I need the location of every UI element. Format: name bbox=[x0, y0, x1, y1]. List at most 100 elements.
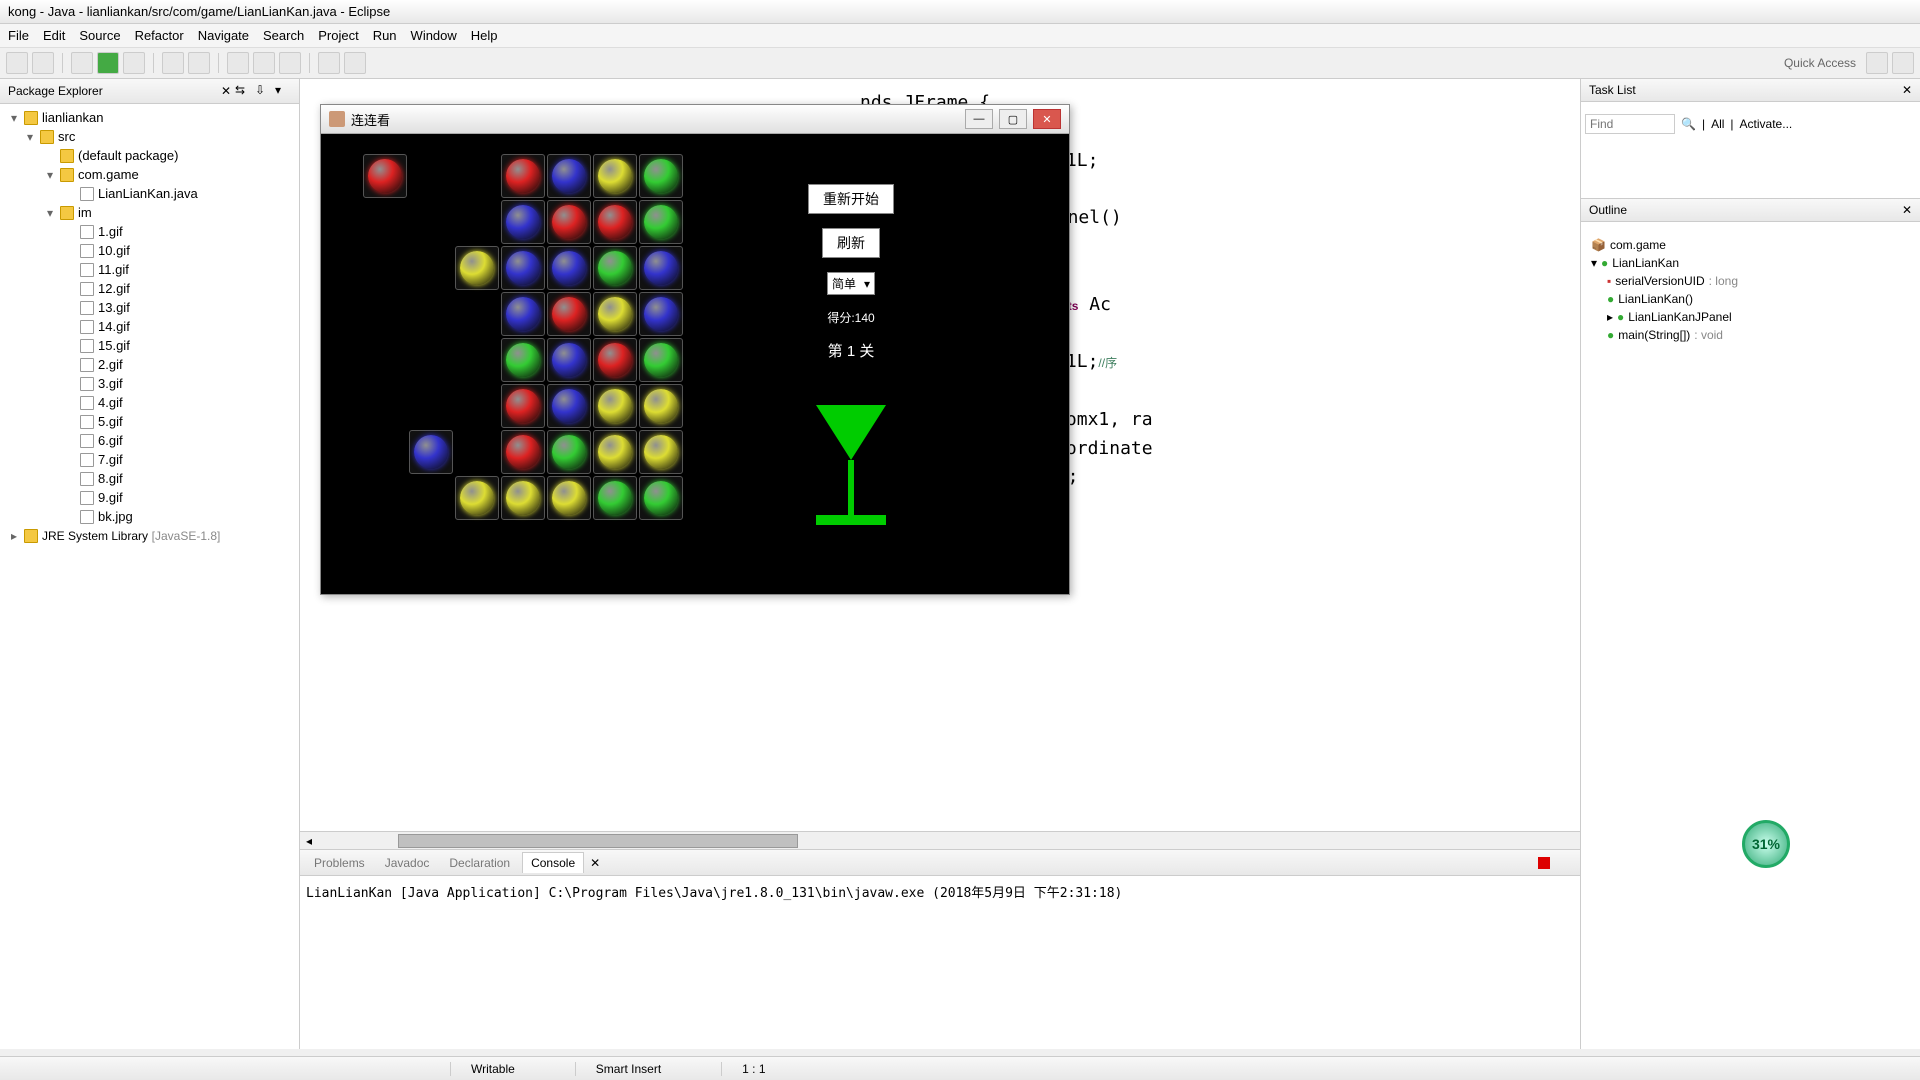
outline-inner-class[interactable]: ▸●LianLianKanJPanel bbox=[1587, 308, 1914, 326]
game-tile[interactable] bbox=[639, 384, 683, 428]
tree-image-file[interactable]: 7.gif bbox=[4, 450, 295, 469]
all-filter[interactable]: All bbox=[1711, 117, 1724, 131]
run-button[interactable] bbox=[97, 52, 119, 74]
game-tile[interactable] bbox=[363, 154, 407, 198]
restart-button[interactable]: 重新开始 bbox=[808, 184, 894, 214]
game-tile[interactable] bbox=[501, 200, 545, 244]
new-class-button[interactable] bbox=[188, 52, 210, 74]
game-tile[interactable] bbox=[593, 200, 637, 244]
menu-edit[interactable]: Edit bbox=[43, 28, 65, 43]
tree-image-file[interactable]: 11.gif bbox=[4, 260, 295, 279]
tree-game-package[interactable]: ▾com.game bbox=[4, 165, 295, 184]
tree-image-file[interactable]: 10.gif bbox=[4, 241, 295, 260]
activate-link[interactable]: Activate... bbox=[1740, 117, 1793, 131]
back-button[interactable] bbox=[318, 52, 340, 74]
close-button[interactable]: ✕ bbox=[1033, 109, 1061, 129]
game-tile[interactable] bbox=[593, 292, 637, 336]
game-tile[interactable] bbox=[501, 384, 545, 428]
save-button[interactable] bbox=[32, 52, 54, 74]
game-tile[interactable] bbox=[639, 292, 683, 336]
search-button[interactable] bbox=[253, 52, 275, 74]
game-tile[interactable] bbox=[547, 292, 591, 336]
tree-image-file[interactable]: 13.gif bbox=[4, 298, 295, 317]
coverage-button[interactable] bbox=[123, 52, 145, 74]
tab-console[interactable]: Console bbox=[522, 852, 584, 873]
tree-image-file[interactable]: 5.gif bbox=[4, 412, 295, 431]
tab-problems[interactable]: Problems bbox=[306, 853, 373, 873]
menu-search[interactable]: Search bbox=[263, 28, 304, 43]
game-tile[interactable] bbox=[593, 154, 637, 198]
debug-button[interactable] bbox=[71, 52, 93, 74]
link-icon[interactable]: ⇩ bbox=[255, 83, 271, 99]
quick-access[interactable]: Quick Access bbox=[1778, 54, 1862, 72]
outline-class[interactable]: ▾●LianLianKan bbox=[1587, 254, 1914, 272]
menu-icon[interactable]: ▾ bbox=[275, 83, 291, 99]
tree-default-package[interactable]: (default package) bbox=[4, 146, 295, 165]
game-tile[interactable] bbox=[547, 246, 591, 290]
horizontal-scrollbar[interactable]: ◂ bbox=[300, 831, 1580, 849]
close-icon[interactable]: ✕ bbox=[1902, 83, 1912, 97]
menu-source[interactable]: Source bbox=[79, 28, 120, 43]
tree-im-folder[interactable]: ▾im bbox=[4, 203, 295, 222]
outline-package[interactable]: 📦com.game bbox=[1587, 236, 1914, 254]
game-tile[interactable] bbox=[593, 384, 637, 428]
close-icon[interactable]: ✕ bbox=[221, 84, 231, 98]
tree-image-file[interactable]: bk.jpg bbox=[4, 507, 295, 526]
game-tile[interactable] bbox=[639, 246, 683, 290]
tree-image-file[interactable]: 4.gif bbox=[4, 393, 295, 412]
search-icon[interactable]: 🔍 bbox=[1681, 117, 1696, 131]
game-titlebar[interactable]: 连连看 — ▢ ✕ bbox=[321, 105, 1069, 134]
game-tile[interactable] bbox=[547, 200, 591, 244]
game-tile[interactable] bbox=[593, 476, 637, 520]
tab-javadoc[interactable]: Javadoc bbox=[377, 853, 438, 873]
tree-image-file[interactable]: 6.gif bbox=[4, 431, 295, 450]
tree-image-file[interactable]: 3.gif bbox=[4, 374, 295, 393]
game-tile[interactable] bbox=[593, 338, 637, 382]
scrollbar-thumb[interactable] bbox=[398, 834, 798, 848]
game-tile[interactable] bbox=[501, 292, 545, 336]
tree-image-file[interactable]: 2.gif bbox=[4, 355, 295, 374]
menu-file[interactable]: File bbox=[8, 28, 29, 43]
menu-help[interactable]: Help bbox=[471, 28, 498, 43]
perspective-debug-icon[interactable] bbox=[1892, 52, 1914, 74]
tree-image-file[interactable]: 15.gif bbox=[4, 336, 295, 355]
outline-field[interactable]: ▪serialVersionUID: long bbox=[1587, 272, 1914, 290]
collapse-icon[interactable]: ⇆ bbox=[235, 83, 251, 99]
game-tile[interactable] bbox=[547, 384, 591, 428]
game-tile[interactable] bbox=[455, 476, 499, 520]
game-tile[interactable] bbox=[547, 338, 591, 382]
menu-run[interactable]: Run bbox=[373, 28, 397, 43]
game-tile[interactable] bbox=[639, 430, 683, 474]
game-tile[interactable] bbox=[455, 246, 499, 290]
forward-button[interactable] bbox=[344, 52, 366, 74]
game-tile[interactable] bbox=[501, 246, 545, 290]
refresh-button[interactable]: 刷新 bbox=[822, 228, 880, 258]
tree-project[interactable]: ▾lianliankan bbox=[4, 108, 295, 127]
menu-refactor[interactable]: Refactor bbox=[135, 28, 184, 43]
game-tile[interactable] bbox=[501, 476, 545, 520]
tree-src[interactable]: ▾src bbox=[4, 127, 295, 146]
open-type-button[interactable] bbox=[227, 52, 249, 74]
new-package-button[interactable] bbox=[162, 52, 184, 74]
game-tile[interactable] bbox=[639, 338, 683, 382]
game-tile[interactable] bbox=[547, 430, 591, 474]
game-tile[interactable] bbox=[501, 338, 545, 382]
find-input[interactable] bbox=[1585, 114, 1675, 134]
tree-image-file[interactable]: 8.gif bbox=[4, 469, 295, 488]
tree-jre[interactable]: ▸JRE System Library [JavaSE-1.8] bbox=[4, 526, 295, 545]
game-tile[interactable] bbox=[639, 476, 683, 520]
game-tile[interactable] bbox=[501, 430, 545, 474]
game-tile[interactable] bbox=[547, 154, 591, 198]
menu-navigate[interactable]: Navigate bbox=[198, 28, 249, 43]
toggle-button[interactable] bbox=[279, 52, 301, 74]
close-icon[interactable]: ✕ bbox=[1902, 203, 1912, 217]
game-tile[interactable] bbox=[547, 476, 591, 520]
game-tile[interactable] bbox=[593, 246, 637, 290]
game-tile[interactable] bbox=[593, 430, 637, 474]
tree-image-file[interactable]: 14.gif bbox=[4, 317, 295, 336]
outline-main[interactable]: ●main(String[]): void bbox=[1587, 326, 1914, 344]
tree-image-file[interactable]: 1.gif bbox=[4, 222, 295, 241]
menu-project[interactable]: Project bbox=[318, 28, 358, 43]
outline-constructor[interactable]: ●LianLianKan() bbox=[1587, 290, 1914, 308]
tree-image-file[interactable]: 12.gif bbox=[4, 279, 295, 298]
